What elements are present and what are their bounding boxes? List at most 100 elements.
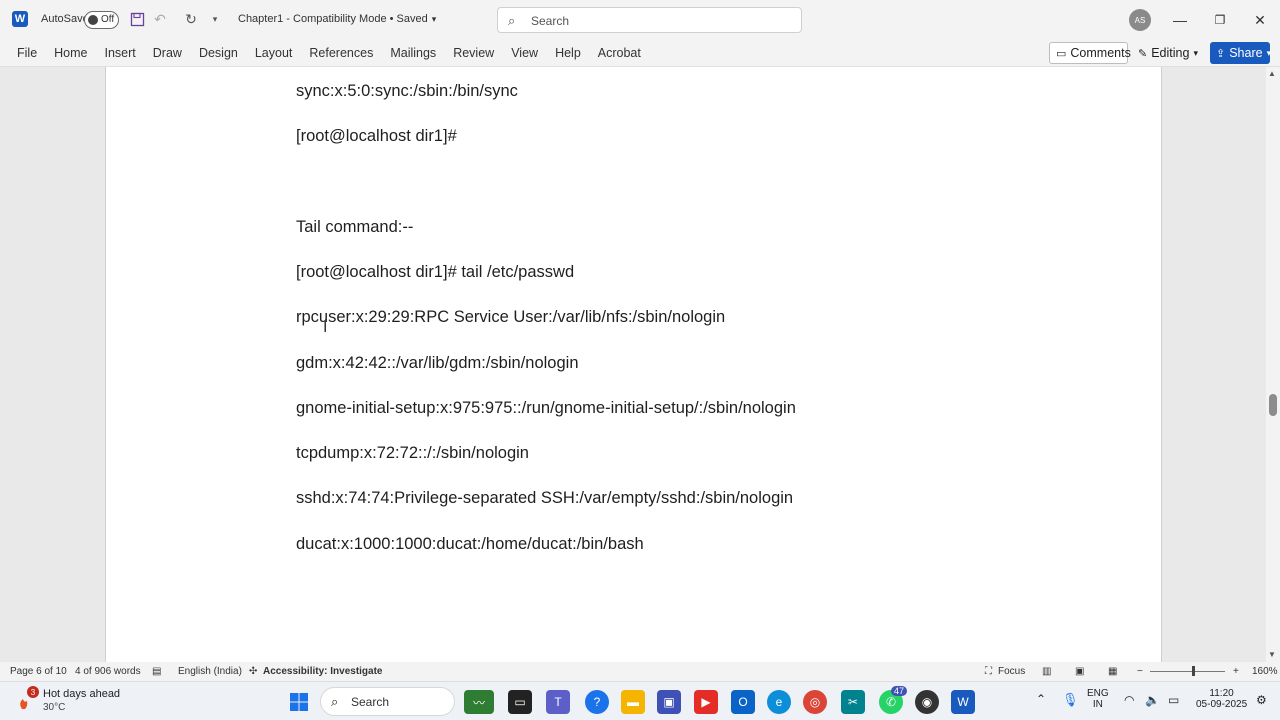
search-box[interactable]: ⌕ Search [497,7,802,33]
taskbar-search[interactable]: ⌕ Search [320,687,455,716]
clock[interactable]: 11:20 05-09-2025 [1196,688,1247,710]
accessibility-icon: ✣ [249,666,258,677]
close-icon[interactable]: ✕ [1248,8,1272,32]
volume-icon[interactable]: 🔈 [1145,693,1160,707]
proofing-icon[interactable]: ▤ [152,666,161,677]
remote-desktop-icon[interactable]: ▣ [657,690,681,714]
text-cursor-icon: I [323,319,328,336]
scroll-down-icon[interactable]: ▼ [1268,650,1276,659]
minimize-icon[interactable]: — [1168,8,1192,32]
tab-view[interactable]: View [503,44,546,62]
comments-label: Comments [1070,46,1131,60]
editing-mode-button[interactable]: ✎ Editing ▾ [1135,42,1204,64]
avatar[interactable]: AS [1129,9,1151,31]
clock-date: 05-09-2025 [1196,699,1248,710]
tab-mailings[interactable]: Mailings [382,44,444,62]
doc-line[interactable]: [root@localhost dir1]# tail /etc/passwd [296,263,574,282]
autosave-toggle[interactable]: Off [84,11,119,29]
scroll-up-icon[interactable]: ▲ [1268,69,1276,78]
document-title[interactable]: Chapter1 - Compatibility Mode • Saved ▾ [238,13,436,25]
weather-temperature[interactable]: 30°C [43,702,65,713]
doc-line[interactable]: gdm:x:42:42::/var/lib/gdm:/sbin/nologin [296,354,579,373]
chevron-down-icon: ▾ [1266,47,1272,58]
document-page[interactable]: sync:x:5:0:sync:/sbin:/bin/sync [root@lo… [105,67,1162,662]
weather-title[interactable]: Hot days ahead [43,688,120,700]
tab-home[interactable]: Home [46,44,95,62]
zoom-in-icon[interactable]: + [1233,666,1239,677]
teams-icon[interactable]: T [546,690,570,714]
word-count[interactable]: 4 of 906 words [75,666,141,677]
share-button[interactable]: ⇪ Share ▾ [1210,42,1272,64]
chrome-icon[interactable]: ◎ [803,690,827,714]
task-view-icon[interactable]: ▭ [508,690,532,714]
word-logo-icon: W [12,11,28,27]
zoom-slider-knob[interactable] [1192,666,1195,676]
snipping-tool-icon[interactable]: ✂ [841,690,865,714]
scrollbar-thumb[interactable] [1269,394,1277,416]
undo-icon[interactable]: ↶ [151,10,169,28]
zoom-level[interactable]: 160% [1252,666,1278,677]
print-layout-icon[interactable]: ▣ [1075,666,1084,677]
battery-icon[interactable]: ▭ [1168,693,1179,707]
web-layout-icon[interactable]: ▦ [1108,666,1117,677]
share-label: Share [1229,46,1263,60]
tab-draw[interactable]: Draw [145,44,190,62]
start-windows-icon[interactable] [287,690,311,714]
doc-line[interactable]: rpcuser:x:29:29:RPC Service User:/var/li… [296,308,725,327]
comments-button[interactable]: ▭ Comments [1049,42,1131,64]
tab-design[interactable]: Design [191,44,246,62]
customize-qat-icon[interactable]: ▾ [206,10,224,28]
accessibility-status[interactable]: Accessibility: Investigate [263,666,383,677]
input-language[interactable]: ENG IN [1087,688,1109,710]
page-count[interactable]: Page 6 of 10 [10,666,67,677]
stock-widget-icon[interactable]: 〰 [464,690,494,714]
doc-line[interactable]: tcpdump:x:72:72::/:/sbin/nologin [296,444,529,463]
microphone-icon[interactable]: 🎙 [1062,692,1079,708]
tab-acrobat[interactable]: Acrobat [590,44,649,62]
language-line-2: IN [1092,699,1103,710]
zoom-slider[interactable] [1150,671,1225,672]
tab-help[interactable]: Help [547,44,589,62]
whatsapp-badge: 47 [891,686,908,696]
focus-icon: ⛶ [985,666,992,677]
doc-line[interactable]: [root@localhost dir1]# [296,127,457,146]
youtube-icon[interactable]: ▶ [694,690,718,714]
notifications-icon[interactable]: ⚙ [1256,693,1267,707]
zoom-out-icon[interactable]: − [1137,666,1143,677]
edge-icon[interactable]: e [767,690,791,714]
autosave-label: AutoSave [41,13,89,25]
help-icon[interactable]: ? [585,690,609,714]
file-explorer-icon[interactable]: ▬ [621,690,645,714]
toggle-knob [88,15,98,25]
doc-line[interactable]: Tail command:-- [296,218,413,237]
title-bar: W AutoSave Off ↶ ↻ ▾ Chapter1 - Compatib… [0,0,1280,40]
notification-badge: 3 [27,686,39,698]
search-icon: ⌕ [508,13,516,28]
doc-line[interactable]: sync:x:5:0:sync:/sbin:/bin/sync [296,82,518,101]
search-icon: ⌕ [331,694,339,709]
outlook-icon[interactable]: O [731,690,755,714]
clock-time: 11:20 [1209,688,1234,699]
tab-review[interactable]: Review [445,44,502,62]
read-mode-icon[interactable]: ▥ [1042,666,1051,677]
doc-line[interactable]: sshd:x:74:74:Privilege-separated SSH:/va… [296,489,793,508]
focus-button[interactable]: Focus [998,666,1025,677]
doc-line[interactable]: gnome-initial-setup:x:975:975::/run/gnom… [296,399,796,418]
redo-icon[interactable]: ↻ [182,10,200,28]
word-taskbar-icon[interactable]: W [951,690,975,714]
tab-file[interactable]: File [9,44,45,62]
doc-line[interactable]: ducat:x:1000:1000:ducat:/home/ducat:/bin… [296,535,644,554]
save-icon[interactable] [128,10,146,28]
status-bar: Page 6 of 10 4 of 906 words ▤ English (I… [0,662,1280,681]
restore-icon[interactable]: ❐ [1208,8,1232,32]
tab-insert[interactable]: Insert [97,44,144,62]
show-hidden-icons-icon[interactable]: ⌃ [1036,692,1046,706]
vertical-scrollbar[interactable]: ▲ ▼ [1266,67,1280,662]
tab-references[interactable]: References [301,44,381,62]
wifi-icon[interactable]: ◠ [1124,693,1134,707]
app-icon[interactable]: ◉ [915,690,939,714]
ribbon: File Home Insert Draw Design Layout Refe… [0,40,1280,67]
ribbon-tabs: File Home Insert Draw Design Layout Refe… [9,44,650,62]
language-label[interactable]: English (India) [178,666,242,677]
tab-layout[interactable]: Layout [247,44,301,62]
